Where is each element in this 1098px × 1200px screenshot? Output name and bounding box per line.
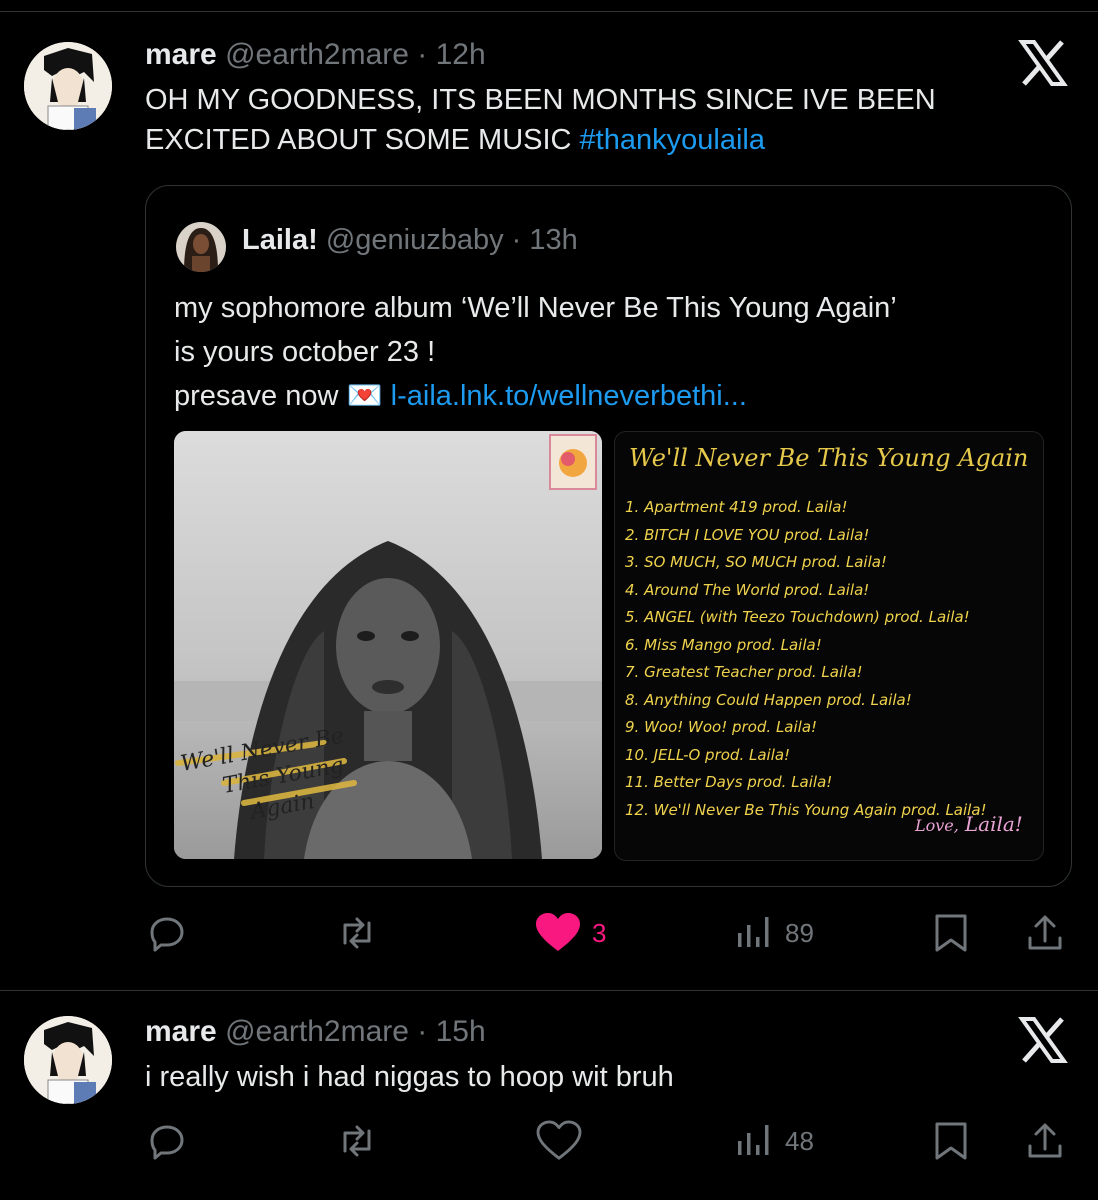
like-button[interactable]	[536, 1111, 582, 1171]
reply-icon	[150, 1125, 184, 1160]
retweet-icon	[343, 1125, 371, 1157]
bookmark-icon	[935, 1122, 967, 1160]
track-list: 1. Apartment 419 prod. Laila! 2. BITCH I…	[625, 494, 987, 824]
views-icon	[738, 917, 769, 947]
share-icon	[1028, 1123, 1062, 1158]
retweet-button[interactable]	[335, 1111, 379, 1171]
retweet-button[interactable]	[335, 903, 379, 963]
tweet-1[interactable]: mare @earth2mare · 12h OH MY GOODNESS, I…	[0, 0, 1098, 990]
quoted-handle[interactable]: @geniuzbaby	[326, 224, 504, 256]
separator-dot: ·	[417, 1015, 428, 1048]
tracklist-signoff: Love, Laila!	[915, 812, 1023, 836]
share-icon	[1028, 915, 1062, 950]
quoted-header: Laila! @geniuzbaby · 13h	[242, 224, 578, 257]
tweet-header: mare @earth2mare · 15h	[145, 1015, 486, 1049]
tweet-actions: 3 89	[0, 903, 1098, 963]
bookmark-button[interactable]	[933, 903, 969, 963]
quoted-tweet[interactable]: Laila! @geniuzbaby · 13h my sophomore al…	[145, 185, 1072, 887]
track-item: 7. Greatest Teacher prod. Laila!	[625, 663, 863, 681]
signature-text: Laila!	[964, 812, 1023, 836]
signoff-text: Love,	[915, 816, 959, 835]
quoted-line-3: presave now 💌 l-aila.lnk.to/wellneverbet…	[174, 374, 1054, 418]
reply-button[interactable]	[147, 903, 187, 963]
timestamp[interactable]: 12h	[436, 38, 486, 71]
views-icon	[738, 1125, 769, 1155]
track-item: 11. Better Days prod. Laila!	[625, 773, 833, 791]
like-count: 3	[592, 917, 607, 948]
tweet-2[interactable]: mare @earth2mare · 15h i really wish i h…	[0, 991, 1098, 1200]
track-item: 9. Woo! Woo! prod. Laila!	[625, 718, 818, 736]
tweet-text: i really wish i had niggas to hoop wit b…	[145, 1061, 674, 1093]
heart-icon	[536, 1120, 582, 1160]
reply-button[interactable]	[147, 1111, 187, 1171]
reply-icon	[150, 917, 184, 952]
tracklist-title: We'll Never Be This Young Again	[629, 444, 1029, 472]
quoted-line-1: my sophomore album ‘We’ll Never Be This …	[174, 292, 897, 324]
love-letter-emoji: 💌	[346, 380, 383, 412]
user-handle[interactable]: @earth2mare	[225, 1015, 409, 1048]
track-item: 4. Around The World prod. Laila!	[625, 580, 870, 599]
views-button[interactable]: 48	[735, 1111, 814, 1171]
share-button[interactable]	[1025, 1111, 1065, 1171]
album-cover-image[interactable]: We'll Never Be This Young Again	[174, 431, 602, 859]
quoted-text: my sophomore album ‘We’ll Never Be This …	[174, 286, 1054, 418]
hashtag-link[interactable]: #thankyoulaila	[580, 124, 765, 156]
retweet-icon	[343, 917, 371, 949]
track-item: 3. SO MUCH, SO MUCH prod. Laila!	[625, 553, 887, 571]
timestamp[interactable]: 15h	[436, 1015, 486, 1048]
track-item: 10. JELL-O prod. Laila!	[625, 745, 791, 764]
presave-link[interactable]: l-aila.lnk.to/wellneverbethi...	[391, 380, 747, 412]
bookmark-icon	[935, 914, 967, 952]
quoted-display-name[interactable]: Laila!	[242, 224, 318, 256]
quoted-avatar[interactable]	[176, 222, 226, 272]
track-item: 2. BITCH I LOVE YOU prod. Laila!	[625, 525, 870, 544]
display-name[interactable]: mare	[145, 38, 217, 71]
separator-dot: ·	[417, 38, 428, 71]
presave-text: presave now	[174, 380, 339, 412]
track-item: 1. Apartment 419 prod. Laila!	[625, 498, 848, 516]
user-handle[interactable]: @earth2mare	[225, 38, 409, 71]
view-count: 89	[785, 917, 814, 948]
like-button[interactable]: 3	[534, 903, 606, 963]
tweet-text: OH MY GOODNESS, ITS BEEN MONTHS SINCE IV…	[145, 80, 1045, 160]
avatar[interactable]	[24, 42, 112, 130]
heart-icon	[536, 913, 580, 951]
separator-dot: ·	[511, 224, 522, 256]
view-count: 48	[785, 1125, 814, 1156]
views-button[interactable]: 89	[735, 903, 814, 963]
track-item: 6. Miss Mango prod. Laila!	[625, 635, 822, 654]
avatar[interactable]	[24, 1016, 112, 1104]
share-button[interactable]	[1025, 903, 1065, 963]
tracklist-image[interactable]: We'll Never Be This Young Again 1. Apart…	[614, 431, 1044, 861]
display-name[interactable]: mare	[145, 1015, 217, 1048]
tweet-header: mare @earth2mare · 12h	[145, 38, 486, 72]
track-item: 5. ANGEL (with Teezo Touchdown) prod. La…	[625, 608, 970, 626]
quoted-line-2: is yours october 23 !	[174, 336, 436, 368]
bookmark-button[interactable]	[933, 1111, 969, 1171]
tweet-body: OH MY GOODNESS, ITS BEEN MONTHS SINCE IV…	[145, 84, 936, 156]
tweet-actions: 48	[0, 1111, 1098, 1171]
quoted-timestamp[interactable]: 13h	[529, 224, 577, 256]
track-item: 8. Anything Could Happen prod. Laila!	[625, 690, 912, 709]
